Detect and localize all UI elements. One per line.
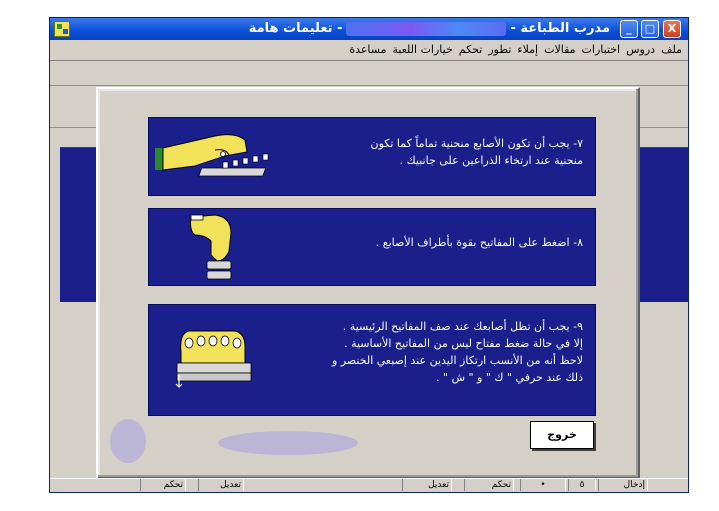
instruction-card-9: ٩- يجب أن تظل أصابعك عند صف المفاتيح الر… [148,304,596,416]
status-cell: ٥ [568,479,596,491]
menu-tests[interactable]: اختبارات [582,43,621,56]
status-cell: • [520,479,566,491]
instruction-card-8: ٨- اضغط على المفاتيح بقوة بأطراف الأصابع… [148,208,596,286]
menu-game-options[interactable]: خيارات اللعبة [393,43,453,56]
status-cell: تحكم [140,479,186,491]
instructions-panel: ٧- يجب أن تكون الأصابع منحنية تماماً كما… [96,87,640,479]
status-cell: تحكم [464,479,514,491]
side-band-left [60,147,100,302]
decorative-smudge [110,419,146,463]
exit-button[interactable]: خروج [530,421,594,449]
status-cell: تعديل [402,479,452,491]
instruction-card-7: ٧- يجب أن تكون الأصابع منحنية تماماً كما… [148,117,596,196]
decorative-smudge [218,431,358,455]
menu-articles[interactable]: مقالات [544,43,575,56]
side-band-right [638,147,688,302]
maximize-button[interactable]: □ [641,20,659,38]
instruction-text: ٧- يجب أن تكون الأصابع منحنية تماماً كما… [370,137,583,167]
title-bar[interactable]: مدرب الطباعة - - تعليمات هامة _ □ X [50,18,688,40]
status-cell: تعديل [198,479,244,491]
app-icon[interactable] [54,21,70,37]
status-bar: إدخال ٥ • تحكم تعديل تعديل تحكم [50,478,688,492]
title-section: - تعليمات هامة [248,21,343,36]
minimize-button[interactable]: _ [620,20,638,38]
menu-progress[interactable]: تطور [488,43,511,56]
menu-dictation[interactable]: إملاء [517,43,538,56]
menu-control[interactable]: تحكم [459,43,483,56]
instruction-text: ٨- اضغط على المفاتيح بقوة بأطراف الأصابع… [375,236,583,249]
title-app-name: مدرب الطباعة - [510,21,610,36]
menu-help[interactable]: مساعدة [349,43,386,56]
status-cell: إدخال [598,479,648,491]
instruction-text: ٩- يجب أن تظل أصابعك عند صف المفاتيح الر… [332,320,583,384]
pressing-finger-icon [190,214,232,280]
menu-bar: ملف دروس اختبارات مقالات إملاء تطور تحكم… [50,40,688,61]
home-row-hands-icon [175,330,252,388]
client-area: ٧- يجب أن تكون الأصابع منحنية تماماً كما… [50,61,688,481]
menu-file[interactable]: ملف [661,43,682,56]
close-button[interactable]: X [663,20,681,38]
divider-line [50,85,688,86]
main-window: مدرب الطباعة - - تعليمات هامة _ □ X ملف د… [49,17,689,493]
menu-lessons[interactable]: دروس [626,43,655,56]
title-redacted-region [346,21,507,36]
window-title: مدرب الطباعة - - تعليمات هامة [249,21,610,36]
curved-hand-icon [155,134,269,177]
